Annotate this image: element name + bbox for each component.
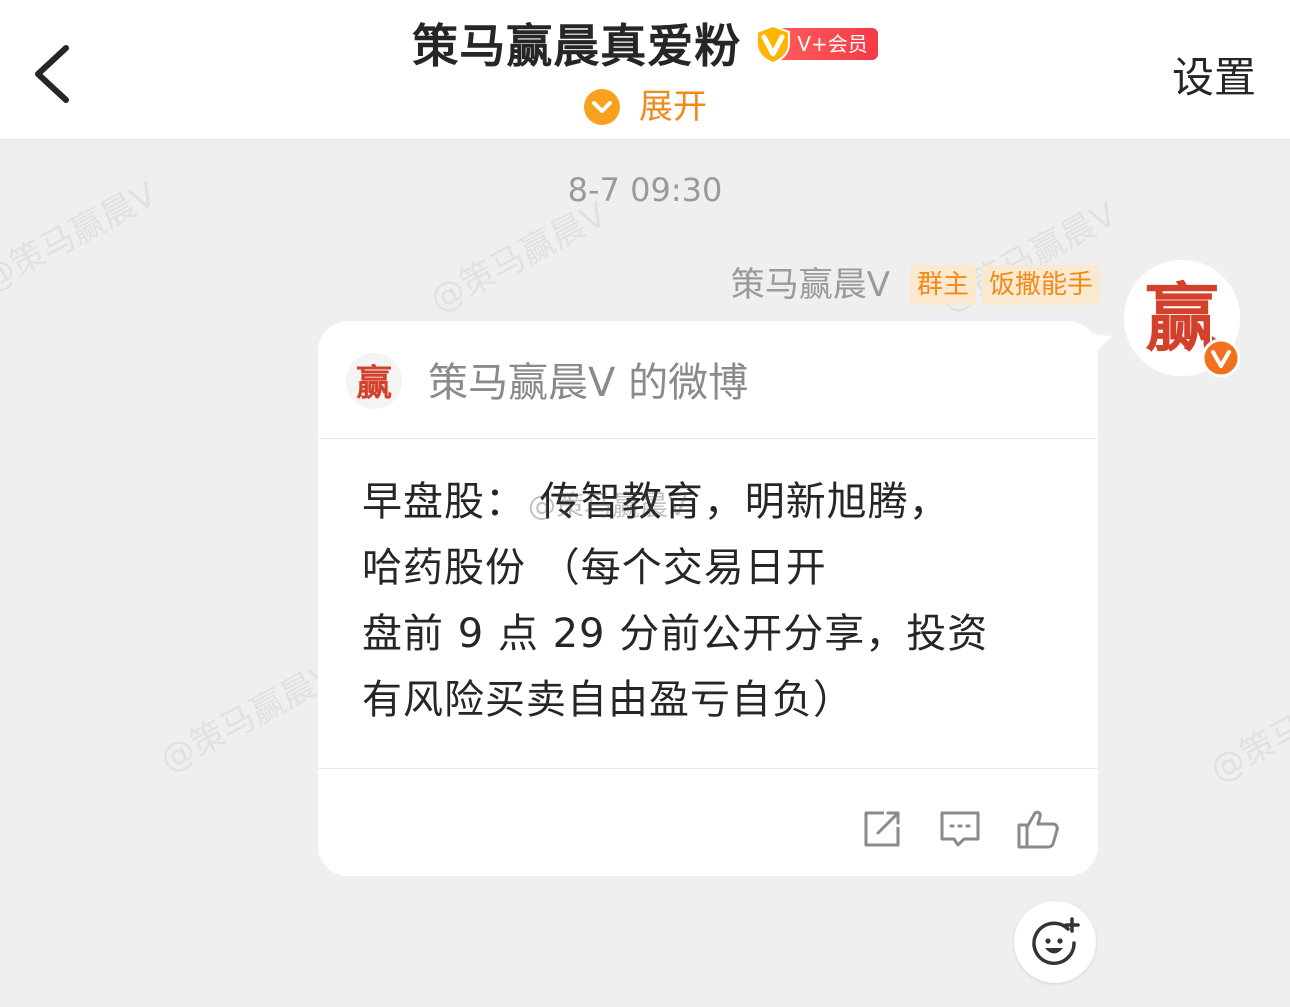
sender-row: 策马赢晨Ⅴ 群主 饭撒能手 <box>731 264 1100 306</box>
card-source-header[interactable]: 赢 策马赢晨Ⅴ 的微博 <box>318 321 1098 439</box>
share-icon <box>864 811 900 847</box>
tag-group-owner: 群主 <box>909 265 976 305</box>
comment-button[interactable] <box>938 807 982 851</box>
thumbs-up-icon <box>1017 810 1059 849</box>
top-bar: 策马赢晨真爱粉 V+会员 展开 设置 <box>0 0 1290 140</box>
card-source-title: 策马赢晨Ⅴ 的微博 <box>428 360 749 406</box>
sender-name[interactable]: 策马赢晨Ⅴ <box>731 264 890 306</box>
vip-label: V+会员 <box>781 28 878 60</box>
emoji-button[interactable] <box>1014 901 1096 983</box>
message-timestamp: 8-7 09:30 <box>567 171 723 209</box>
card-line: 有风险买卖自由盈亏自负） <box>362 677 854 723</box>
card-line: 盘前 9 点 29 分前公开分享，投资 <box>362 611 989 657</box>
chat-screen: @策马赢晨V @策马赢晨V @策马赢晨V @策马赢晨V @策马赢晨V 策马赢晨真… <box>0 0 1290 1007</box>
like-button[interactable] <box>1016 807 1060 851</box>
card-action-bar <box>318 768 1098 877</box>
settings-button[interactable]: 设置 <box>1172 48 1256 108</box>
expand-label: 展开 <box>639 87 707 127</box>
chevron-down-circle-icon <box>584 89 620 125</box>
verified-v-icon <box>1202 339 1240 377</box>
share-button[interactable] <box>860 807 904 851</box>
watermark: @策马赢晨V <box>1203 664 1290 791</box>
source-avatar: 赢 <box>346 353 402 409</box>
group-title: 策马赢晨真爱粉 <box>412 19 742 73</box>
expand-toggle[interactable]: 展开 <box>0 84 1290 130</box>
vip-shield-icon <box>756 24 791 64</box>
card-line: 早盘股： 传智教育，明新旭腾， <box>362 479 950 525</box>
comment-icon <box>940 811 980 847</box>
vip-badge[interactable]: V+会员 <box>753 24 878 64</box>
group-title-row: 策马赢晨真爱粉 V+会员 <box>0 14 1290 78</box>
tag-fan-badge: 饭撒能手 <box>981 265 1100 305</box>
card-line: 哈药股份 （每个交易日开 <box>362 545 827 591</box>
source-avatar-glyph: 赢 <box>356 362 392 404</box>
emoji-add-icon <box>1032 917 1080 965</box>
weibo-share-card[interactable]: 赢 策马赢晨Ⅴ 的微博 早盘股： 传智教育，明新旭腾， 哈药股份 （每个交易日开… <box>318 321 1098 876</box>
watermark: @策马赢晨V <box>153 654 343 781</box>
card-body-text[interactable]: 早盘股： 传智教育，明新旭腾， 哈药股份 （每个交易日开 盘前 9 点 29 分… <box>362 469 1062 733</box>
